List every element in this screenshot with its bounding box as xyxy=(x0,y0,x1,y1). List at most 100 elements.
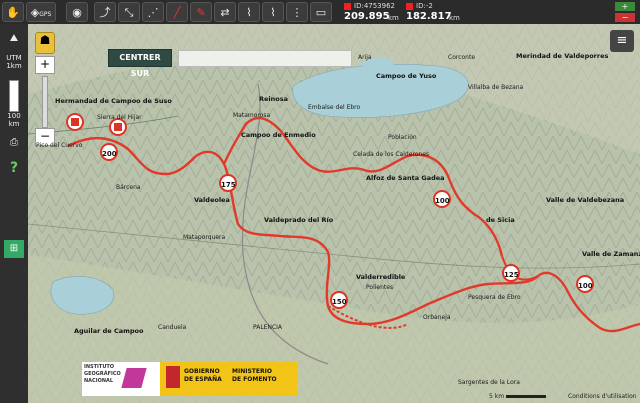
gov-line-1: GOBIERNO xyxy=(184,368,220,375)
scale-bottom: 100 km xyxy=(4,112,24,130)
place-label: Arija xyxy=(358,54,372,61)
pencil-icon: ✎ xyxy=(196,6,206,19)
min-line-2: DE FOMENTO xyxy=(232,376,277,383)
town-label: Valle de Zamanzas xyxy=(582,250,640,258)
place-label: Sierra del Hijar xyxy=(97,114,142,121)
scale-slider[interactable] xyxy=(9,80,19,112)
town-label: Valdeolea xyxy=(194,196,230,204)
zoom-in-button[interactable]: + xyxy=(35,56,55,74)
ign-emblem-icon xyxy=(121,368,147,388)
basemap-toggle-button[interactable]: ⛰ xyxy=(4,30,24,48)
add-track-button[interactable]: + xyxy=(615,2,635,11)
town-label: Hermandad de Campoo de Suso xyxy=(55,97,172,105)
min-line-1: MINISTERIO xyxy=(232,368,272,375)
minus-icon: − xyxy=(621,13,629,22)
node-tool-button[interactable]: ⌇ xyxy=(238,2,260,22)
utm-label: UTM xyxy=(6,54,22,62)
km-marker[interactable]: 100 xyxy=(433,190,451,208)
remove-track-button[interactable]: − xyxy=(615,13,635,22)
print-button[interactable]: ⎙ xyxy=(4,134,24,152)
draw-line-button[interactable]: ╱ xyxy=(166,2,188,22)
conditions-link[interactable]: Conditions d'utilisation xyxy=(568,393,637,400)
place-label: Mataporquera xyxy=(183,234,226,241)
scale-bar: 5 km xyxy=(489,393,546,400)
measure-tool-button[interactable]: ⇄ xyxy=(214,2,236,22)
plus-icon: + xyxy=(621,2,629,11)
km-marker[interactable]: 100 xyxy=(576,275,594,293)
place-label: Matamorosa xyxy=(233,112,271,119)
place-label: Pesquera de Ebro xyxy=(468,294,521,301)
map-canvas[interactable]: CENTRER SUR ☗ + − ≡ Hermandad de Campoo … xyxy=(28,24,640,403)
pegman-icon: ☗ xyxy=(39,33,51,47)
gps-tool-button[interactable]: ◈GPS xyxy=(26,2,56,22)
town-label: Valderredible xyxy=(356,273,406,281)
view-tool-button[interactable]: ◉ xyxy=(66,2,88,22)
km-marker[interactable]: 150 xyxy=(330,291,348,309)
town-label: Alfoz de Santa Gadea xyxy=(366,174,445,182)
layers-button[interactable]: ≡ xyxy=(610,30,634,52)
town-label: de Sicia xyxy=(486,216,515,224)
hand-icon: ✋ xyxy=(6,6,20,19)
gobierno-text: GOBIERNO DE ESPAÑA xyxy=(184,368,222,384)
place-label: Canduela xyxy=(158,324,187,331)
start-marker-2-square xyxy=(114,123,122,131)
car-tool-button[interactable]: ▭ xyxy=(310,2,332,22)
km-marker[interactable]: 125 xyxy=(502,264,520,282)
street-view-pegman-button[interactable]: ☗ xyxy=(35,32,55,54)
scale-bottom-value: 100 xyxy=(7,112,21,120)
help-icon: ? xyxy=(9,160,19,176)
node-chain-2-icon: ⌇ xyxy=(270,6,276,19)
town-label: Reinosa xyxy=(259,95,288,103)
town-label: Merindad de Valdeporres xyxy=(516,52,609,60)
town-label: Valdeprado del Río xyxy=(264,216,334,224)
route-tool-1-button[interactable]: ⤴ xyxy=(94,2,116,22)
save-map-button[interactable]: ⊞ xyxy=(4,240,24,258)
track2-color-icon xyxy=(406,3,413,10)
track2-distance: 182.817 xyxy=(406,11,452,22)
node-edit-button[interactable]: ⋰ xyxy=(142,2,164,22)
aguilar-reservoir xyxy=(50,276,115,315)
place-label: Pico del Cuervo xyxy=(36,142,83,149)
zoom-slider-track[interactable] xyxy=(42,76,48,128)
gps-label: GPS xyxy=(39,11,52,18)
track1-distance: 209.895 xyxy=(344,11,390,22)
help-button[interactable]: ? xyxy=(4,159,24,177)
track1-color-icon xyxy=(344,3,351,10)
ign-line-1: INSTITUTO xyxy=(84,364,115,370)
place-label: Bárcena xyxy=(116,184,141,191)
map-svg xyxy=(28,24,640,403)
node-chain-3-icon: ⋮ xyxy=(291,6,303,19)
toolbar: ✋ ◈GPS ◉ ⤴ ⤡ ⋰ ╱ ✎ ⇄ ⌇ ⌇ ⋮ ▭ ID:4753962 … xyxy=(0,0,640,25)
node-chain-icon: ⌇ xyxy=(246,6,252,19)
place-label: Embalse del Ebro xyxy=(308,104,361,111)
place-label: Villalba de Bezana xyxy=(468,84,524,91)
node-tool-2-button[interactable]: ⌇ xyxy=(262,2,284,22)
place-label: Orbaneja xyxy=(423,314,451,321)
scale-top-label: 1km xyxy=(6,62,22,70)
layers-icon: ≡ xyxy=(616,33,628,48)
pan-tool-button[interactable]: ✋ xyxy=(2,2,24,22)
minus-icon: − xyxy=(39,129,51,143)
centrer-sur-button[interactable]: CENTRER SUR xyxy=(108,49,172,78)
track2-id: ID:-2 xyxy=(416,2,433,10)
town-label: Campoo de Enmedio xyxy=(241,131,316,139)
node-icon: ⋰ xyxy=(147,6,159,19)
ign-logo-text: INSTITUTO GEOGRÁFICO NACIONAL xyxy=(84,364,121,385)
km-marker[interactable]: 175 xyxy=(219,174,237,192)
town-label: Campoo de Yuso xyxy=(376,72,437,80)
track1-unit: km xyxy=(388,14,399,22)
location-search-input[interactable] xyxy=(178,50,352,67)
node-tool-3-button[interactable]: ⋮ xyxy=(286,2,308,22)
town-label: Valle de Valdebezana xyxy=(546,196,625,204)
car-icon: ▭ xyxy=(315,6,327,19)
scale-bar-line xyxy=(505,395,546,398)
km-marker[interactable]: 200 xyxy=(100,143,118,161)
printer-icon: ⎙ xyxy=(10,137,18,148)
town-label: Aguilar de Campoo xyxy=(74,327,144,335)
place-label: Corconte xyxy=(448,54,476,61)
draw-tool-button[interactable]: ✎ xyxy=(190,2,212,22)
route-tool-2-button[interactable]: ⤡ xyxy=(118,2,140,22)
eye-icon: ◉ xyxy=(72,6,82,19)
place-label: Polientes xyxy=(366,284,394,291)
mountain-icon: ⛰ xyxy=(9,33,19,44)
